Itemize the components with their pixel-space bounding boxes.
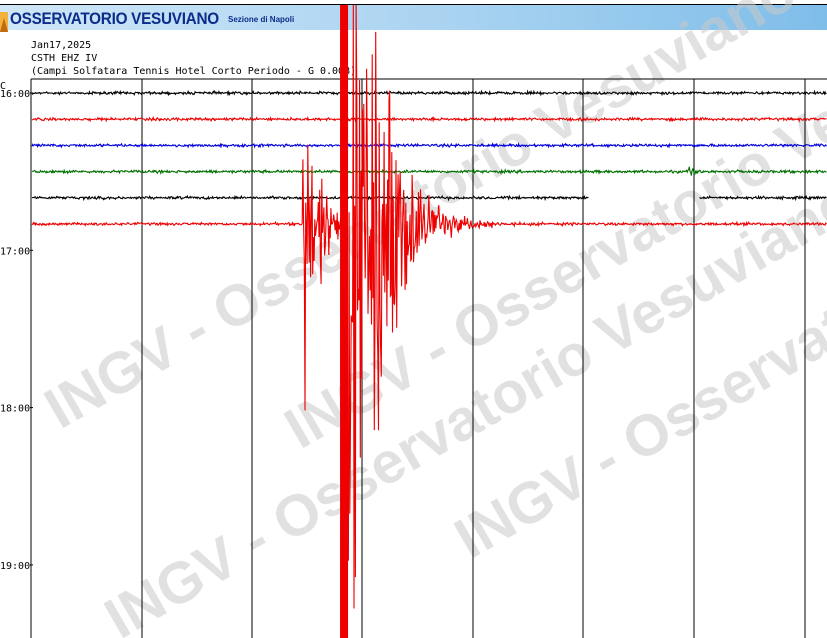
time-label: 17:00 [0, 246, 30, 257]
trace-line-row-0 [31, 89, 827, 97]
time-label: 18:00 [0, 404, 30, 415]
time-labels: C16:0017:0018:0019:00 [0, 81, 33, 572]
watermark-layer: INGV - Osservatorio VesuvianoINGV - Osse… [34, 0, 827, 638]
trace-line-row-1 [31, 115, 827, 123]
clipped-earthquake-signal [340, 5, 349, 638]
trace-line-row-2 [31, 142, 827, 149]
seismogram-chart: INGV - Osservatorio VesuvianoINGV - Osse… [0, 0, 827, 638]
time-label: 19:00 [0, 561, 30, 572]
time-label: 16:00 [0, 89, 30, 100]
